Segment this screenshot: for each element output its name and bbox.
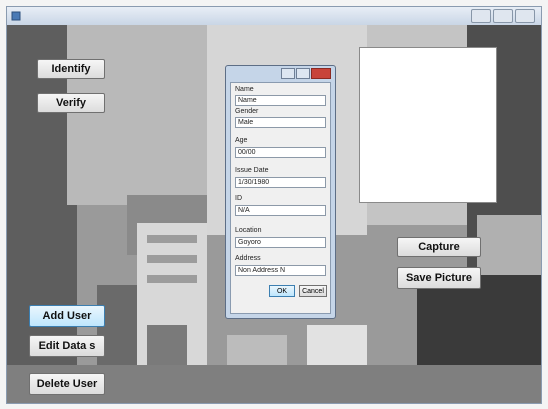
user-data-dialog: Name Gender Age Issue Date ID Location A…	[225, 65, 336, 319]
snapshot-preview	[359, 47, 497, 203]
gender-label: Gender	[235, 108, 259, 115]
dialog-window-controls	[281, 68, 331, 79]
ok-button[interactable]: OK	[269, 285, 295, 297]
address-label: Address	[235, 255, 261, 262]
app-icon	[11, 11, 21, 21]
age-field[interactable]	[235, 147, 326, 158]
gender-field[interactable]	[235, 117, 326, 128]
location-field[interactable]	[235, 237, 326, 248]
maximize-button[interactable]	[493, 9, 513, 23]
identify-button[interactable]: Identify	[37, 59, 105, 79]
camera-view: Identify Verify Capture Save Picture Add…	[7, 25, 541, 403]
issue-date-label: Issue Date	[235, 167, 269, 174]
cancel-button[interactable]: Cancel	[299, 285, 327, 297]
name-field[interactable]	[235, 95, 326, 106]
window-controls	[471, 9, 535, 23]
location-label: Location	[235, 227, 262, 234]
save-picture-button[interactable]: Save Picture	[397, 267, 481, 289]
issue-date-field[interactable]	[235, 177, 326, 188]
id-field[interactable]	[235, 205, 326, 216]
main-window: Identify Verify Capture Save Picture Add…	[6, 6, 542, 404]
close-button[interactable]	[515, 9, 535, 23]
id-label: ID	[235, 195, 242, 202]
add-user-button[interactable]: Add User	[29, 305, 105, 327]
address-field[interactable]	[235, 265, 326, 276]
title-bar	[7, 7, 541, 26]
age-label: Age	[235, 137, 248, 144]
delete-user-button[interactable]: Delete User	[29, 373, 105, 395]
dialog-maximize-button[interactable]	[296, 68, 310, 79]
minimize-button[interactable]	[471, 9, 491, 23]
dialog-minimize-button[interactable]	[281, 68, 295, 79]
dialog-close-button[interactable]	[311, 68, 331, 79]
name-label: Name	[235, 86, 254, 93]
verify-button[interactable]: Verify	[37, 93, 105, 113]
capture-button[interactable]: Capture	[397, 237, 481, 257]
dialog-form: Name Gender Age Issue Date ID Location A…	[230, 82, 331, 314]
edit-data-button[interactable]: Edit Data s	[29, 335, 105, 357]
